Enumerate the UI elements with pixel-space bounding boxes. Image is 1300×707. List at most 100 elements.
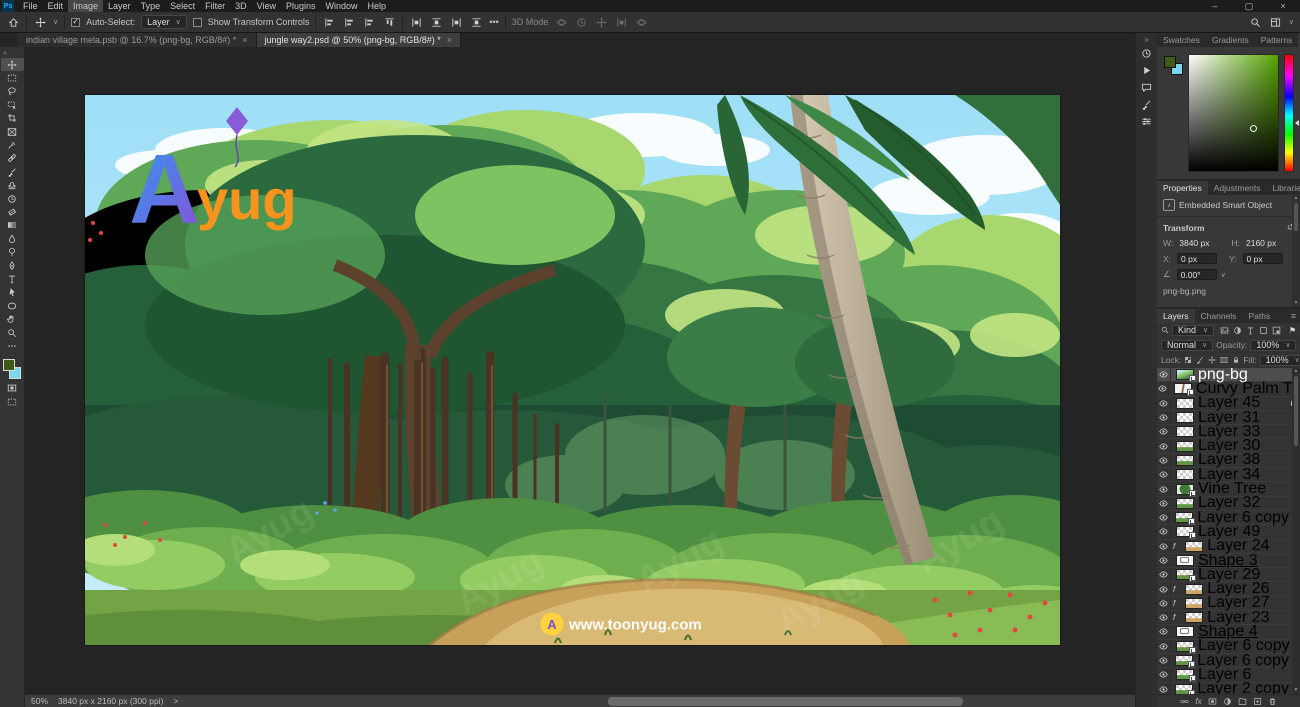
tool-button[interactable] — [1, 286, 24, 299]
dock-panel-button[interactable] — [1138, 45, 1156, 62]
dock-panel-button[interactable] — [1138, 79, 1156, 96]
foreground-color[interactable] — [1164, 56, 1176, 68]
panel-tab[interactable]: Properties — [1157, 181, 1208, 195]
filter-toggle-icon[interactable]: ⚑ — [1289, 326, 1296, 335]
menu-item[interactable]: Window — [321, 0, 363, 12]
quick-mask-button[interactable] — [1, 382, 24, 395]
distribute-spacing-icon[interactable] — [449, 15, 463, 29]
distribute-edges-icon[interactable] — [469, 15, 483, 29]
menu-item[interactable]: Plugins — [281, 0, 321, 12]
align-center-icon[interactable] — [342, 15, 356, 29]
hue-slider[interactable] — [1284, 54, 1294, 172]
layer-visibility-eye[interactable] — [1157, 540, 1171, 553]
toolbar-expand-icon[interactable]: » — [0, 50, 7, 58]
home-icon[interactable] — [6, 15, 20, 29]
layer-thumbnail[interactable] — [1176, 526, 1194, 537]
rotation-caret[interactable]: ∨ — [1221, 271, 1226, 279]
layer-visibility-eye[interactable] — [1157, 611, 1171, 624]
align-left-icon[interactable] — [322, 15, 336, 29]
x-position-field[interactable]: 0 px — [1177, 253, 1217, 264]
layer-name[interactable]: Layer 2 copy 2 — [1197, 680, 1297, 694]
layer-thumbnail[interactable] — [1176, 626, 1194, 637]
lock-option-icon[interactable] — [1196, 356, 1204, 364]
layer-visibility-eye[interactable] — [1157, 368, 1171, 381]
layer-thumbnail[interactable] — [1185, 541, 1203, 552]
tool-preset-caret[interactable]: ∨ — [53, 18, 58, 26]
kind-filter-icon[interactable] — [1259, 326, 1268, 335]
layer-thumbnail[interactable] — [1175, 512, 1193, 523]
layer-thumbnail[interactable] — [1176, 484, 1194, 495]
lock-option-icon[interactable] — [1208, 356, 1216, 364]
menu-item[interactable]: Edit — [43, 0, 69, 12]
layer-thumbnail[interactable] — [1176, 669, 1194, 680]
link-layers-icon[interactable] — [1180, 697, 1189, 706]
document-tab[interactable]: jungle way2.psd @ 50% (png-bg, RGB/8#) *… — [257, 33, 462, 47]
panel-tab[interactable]: Swatches — [1157, 33, 1206, 47]
lock-option-icon[interactable] — [1184, 356, 1192, 364]
auto-select-target-dropdown[interactable]: Layer∨ — [141, 15, 187, 29]
menu-item[interactable]: Image — [68, 0, 103, 12]
panel-tab[interactable]: Patterns — [1255, 33, 1299, 47]
layer-visibility-eye[interactable] — [1157, 654, 1170, 667]
layer-thumbnail[interactable] — [1176, 455, 1194, 466]
align-right-icon[interactable] — [362, 15, 376, 29]
close-button[interactable]: × — [1266, 0, 1300, 12]
layer-thumbnail[interactable] — [1185, 612, 1203, 623]
menu-item[interactable]: Layer — [103, 0, 136, 12]
panel-tab[interactable]: Gradients — [1206, 33, 1255, 47]
tool-button[interactable] — [1, 152, 24, 165]
layer-visibility-eye[interactable] — [1157, 640, 1171, 653]
minimize-button[interactable]: – — [1198, 0, 1232, 12]
workspace-caret[interactable]: ∨ — [1289, 18, 1294, 26]
layer-visibility-eye[interactable] — [1157, 683, 1170, 694]
layer-visibility-eye[interactable] — [1157, 597, 1171, 610]
opacity-field[interactable]: 100%∨ — [1250, 340, 1296, 351]
tool-button[interactable] — [1, 85, 24, 98]
layer-thumbnail[interactable] — [1176, 398, 1194, 409]
tool-button[interactable] — [1, 138, 24, 151]
layer-thumbnail[interactable] — [1176, 498, 1194, 509]
panel-tab[interactable]: Libraries — [1267, 181, 1300, 195]
layer-visibility-eye[interactable] — [1157, 525, 1171, 538]
delete-layer-icon[interactable] — [1268, 697, 1277, 706]
layer-row[interactable]: f Layer 2 copy 2 — [1157, 683, 1300, 694]
tool-button[interactable] — [1, 219, 24, 232]
tool-button[interactable] — [1, 339, 24, 352]
layer-visibility-eye[interactable] — [1157, 625, 1171, 638]
layer-visibility-eye[interactable] — [1157, 554, 1171, 567]
layer-thumbnail[interactable] — [1175, 684, 1193, 694]
foreground-color-swatch[interactable] — [3, 359, 15, 371]
layer-thumbnail[interactable] — [1176, 469, 1194, 480]
kind-filter-icon[interactable] — [1233, 326, 1242, 335]
layer-thumbnail[interactable] — [1176, 641, 1194, 652]
menu-item[interactable]: Type — [136, 0, 166, 12]
align-top-icon[interactable] — [382, 15, 396, 29]
horizontal-scrollbar[interactable] — [188, 697, 1129, 706]
layer-visibility-eye[interactable] — [1157, 511, 1170, 524]
layers-scrollbar[interactable]: ▲ ▼ — [1292, 368, 1300, 694]
canvas-document[interactable]: Ayug Ayug Ayug Ayug Ayug — [85, 95, 1060, 645]
menu-item[interactable]: 3D — [230, 0, 252, 12]
tool-button[interactable] — [1, 71, 24, 84]
layer-visibility-eye[interactable] — [1157, 454, 1171, 467]
tab-close-icon[interactable]: × — [242, 35, 247, 45]
menu-item[interactable]: Help — [363, 0, 392, 12]
tool-button[interactable] — [1, 272, 24, 285]
kind-filter-dropdown[interactable]: Kind∨ — [1172, 325, 1214, 336]
dock-panel-button[interactable] — [1138, 62, 1156, 79]
layer-visibility-eye[interactable] — [1157, 582, 1171, 595]
menu-item[interactable]: Select — [165, 0, 200, 12]
layer-thumbnail[interactable] — [1185, 598, 1203, 609]
kind-filter-icon[interactable] — [1220, 326, 1229, 335]
dock-panel-button[interactable] — [1138, 113, 1156, 130]
new-layer-icon[interactable] — [1253, 697, 1262, 706]
tool-button[interactable] — [1, 125, 24, 138]
layer-visibility-eye[interactable] — [1157, 497, 1171, 510]
layer-effects-icon[interactable]: fx — [1195, 697, 1201, 706]
tool-button[interactable] — [1, 326, 24, 339]
tool-button[interactable] — [1, 192, 24, 205]
layer-visibility-eye[interactable] — [1157, 382, 1169, 395]
menu-item[interactable]: Filter — [200, 0, 230, 12]
status-chevron[interactable]: > — [173, 696, 178, 706]
workspace-switcher-icon[interactable] — [1269, 15, 1283, 29]
